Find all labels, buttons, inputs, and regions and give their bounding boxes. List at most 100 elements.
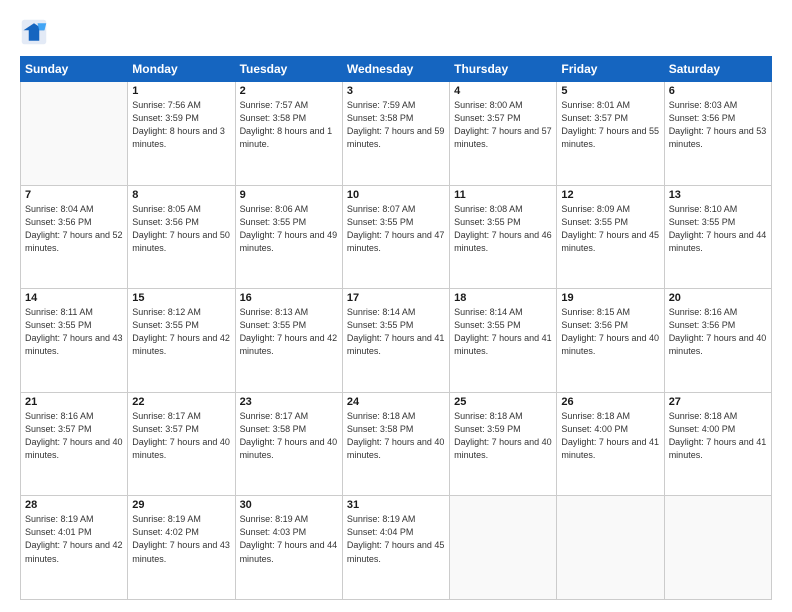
day-number: 21 <box>25 396 123 408</box>
day-header-tuesday: Tuesday <box>235 57 342 82</box>
day-number: 3 <box>347 85 445 97</box>
calendar-cell: 2 Sunrise: 7:57 AMSunset: 3:58 PMDayligh… <box>235 82 342 186</box>
calendar-page: SundayMondayTuesdayWednesdayThursdayFrid… <box>0 0 792 612</box>
calendar-cell <box>450 496 557 600</box>
day-number: 4 <box>454 85 552 97</box>
day-info: Sunrise: 8:16 AMSunset: 3:57 PMDaylight:… <box>25 410 123 462</box>
day-info: Sunrise: 8:19 AMSunset: 4:04 PMDaylight:… <box>347 513 445 565</box>
calendar-cell: 10 Sunrise: 8:07 AMSunset: 3:55 PMDaylig… <box>342 185 449 289</box>
day-number: 12 <box>561 189 659 201</box>
day-header-sunday: Sunday <box>21 57 128 82</box>
calendar-week-row: 28 Sunrise: 8:19 AMSunset: 4:01 PMDaylig… <box>21 496 772 600</box>
logo-icon <box>20 18 48 46</box>
calendar-cell: 25 Sunrise: 8:18 AMSunset: 3:59 PMDaylig… <box>450 392 557 496</box>
day-number: 25 <box>454 396 552 408</box>
day-info: Sunrise: 8:01 AMSunset: 3:57 PMDaylight:… <box>561 99 659 151</box>
calendar-cell: 7 Sunrise: 8:04 AMSunset: 3:56 PMDayligh… <box>21 185 128 289</box>
day-number: 11 <box>454 189 552 201</box>
logo <box>20 18 52 46</box>
day-number: 1 <box>132 85 230 97</box>
day-number: 8 <box>132 189 230 201</box>
day-info: Sunrise: 8:18 AMSunset: 4:00 PMDaylight:… <box>561 410 659 462</box>
calendar-cell: 14 Sunrise: 8:11 AMSunset: 3:55 PMDaylig… <box>21 289 128 393</box>
day-info: Sunrise: 8:15 AMSunset: 3:56 PMDaylight:… <box>561 306 659 358</box>
day-number: 17 <box>347 292 445 304</box>
calendar-cell: 29 Sunrise: 8:19 AMSunset: 4:02 PMDaylig… <box>128 496 235 600</box>
day-info: Sunrise: 8:19 AMSunset: 4:02 PMDaylight:… <box>132 513 230 565</box>
day-info: Sunrise: 8:17 AMSunset: 3:57 PMDaylight:… <box>132 410 230 462</box>
calendar-cell: 22 Sunrise: 8:17 AMSunset: 3:57 PMDaylig… <box>128 392 235 496</box>
day-number: 14 <box>25 292 123 304</box>
day-number: 18 <box>454 292 552 304</box>
calendar-cell: 15 Sunrise: 8:12 AMSunset: 3:55 PMDaylig… <box>128 289 235 393</box>
day-info: Sunrise: 8:06 AMSunset: 3:55 PMDaylight:… <box>240 203 338 255</box>
day-info: Sunrise: 8:12 AMSunset: 3:55 PMDaylight:… <box>132 306 230 358</box>
calendar-cell: 27 Sunrise: 8:18 AMSunset: 4:00 PMDaylig… <box>664 392 771 496</box>
calendar-cell: 19 Sunrise: 8:15 AMSunset: 3:56 PMDaylig… <box>557 289 664 393</box>
calendar-cell: 12 Sunrise: 8:09 AMSunset: 3:55 PMDaylig… <box>557 185 664 289</box>
day-header-wednesday: Wednesday <box>342 57 449 82</box>
day-header-monday: Monday <box>128 57 235 82</box>
day-info: Sunrise: 8:17 AMSunset: 3:58 PMDaylight:… <box>240 410 338 462</box>
calendar-cell: 24 Sunrise: 8:18 AMSunset: 3:58 PMDaylig… <box>342 392 449 496</box>
day-header-saturday: Saturday <box>664 57 771 82</box>
calendar-cell: 6 Sunrise: 8:03 AMSunset: 3:56 PMDayligh… <box>664 82 771 186</box>
calendar-cell: 8 Sunrise: 8:05 AMSunset: 3:56 PMDayligh… <box>128 185 235 289</box>
day-number: 30 <box>240 499 338 511</box>
calendar-cell: 17 Sunrise: 8:14 AMSunset: 3:55 PMDaylig… <box>342 289 449 393</box>
calendar-cell <box>664 496 771 600</box>
day-info: Sunrise: 7:59 AMSunset: 3:58 PMDaylight:… <box>347 99 445 151</box>
calendar-cell: 16 Sunrise: 8:13 AMSunset: 3:55 PMDaylig… <box>235 289 342 393</box>
day-number: 20 <box>669 292 767 304</box>
day-number: 16 <box>240 292 338 304</box>
day-number: 7 <box>25 189 123 201</box>
day-header-thursday: Thursday <box>450 57 557 82</box>
calendar-cell: 28 Sunrise: 8:19 AMSunset: 4:01 PMDaylig… <box>21 496 128 600</box>
day-number: 26 <box>561 396 659 408</box>
day-info: Sunrise: 8:10 AMSunset: 3:55 PMDaylight:… <box>669 203 767 255</box>
page-header <box>20 18 772 46</box>
calendar-cell: 23 Sunrise: 8:17 AMSunset: 3:58 PMDaylig… <box>235 392 342 496</box>
calendar-cell: 30 Sunrise: 8:19 AMSunset: 4:03 PMDaylig… <box>235 496 342 600</box>
calendar-cell: 26 Sunrise: 8:18 AMSunset: 4:00 PMDaylig… <box>557 392 664 496</box>
day-header-friday: Friday <box>557 57 664 82</box>
day-number: 29 <box>132 499 230 511</box>
day-info: Sunrise: 8:04 AMSunset: 3:56 PMDaylight:… <box>25 203 123 255</box>
day-info: Sunrise: 7:57 AMSunset: 3:58 PMDaylight:… <box>240 99 338 151</box>
day-info: Sunrise: 8:08 AMSunset: 3:55 PMDaylight:… <box>454 203 552 255</box>
day-info: Sunrise: 8:11 AMSunset: 3:55 PMDaylight:… <box>25 306 123 358</box>
calendar-cell <box>557 496 664 600</box>
calendar-cell: 5 Sunrise: 8:01 AMSunset: 3:57 PMDayligh… <box>557 82 664 186</box>
day-number: 15 <box>132 292 230 304</box>
day-info: Sunrise: 8:19 AMSunset: 4:01 PMDaylight:… <box>25 513 123 565</box>
day-info: Sunrise: 8:07 AMSunset: 3:55 PMDaylight:… <box>347 203 445 255</box>
day-number: 31 <box>347 499 445 511</box>
calendar-cell: 9 Sunrise: 8:06 AMSunset: 3:55 PMDayligh… <box>235 185 342 289</box>
day-info: Sunrise: 8:05 AMSunset: 3:56 PMDaylight:… <box>132 203 230 255</box>
day-info: Sunrise: 8:18 AMSunset: 4:00 PMDaylight:… <box>669 410 767 462</box>
day-info: Sunrise: 8:18 AMSunset: 3:59 PMDaylight:… <box>454 410 552 462</box>
day-number: 5 <box>561 85 659 97</box>
calendar-cell: 21 Sunrise: 8:16 AMSunset: 3:57 PMDaylig… <box>21 392 128 496</box>
calendar-week-row: 21 Sunrise: 8:16 AMSunset: 3:57 PMDaylig… <box>21 392 772 496</box>
calendar-week-row: 7 Sunrise: 8:04 AMSunset: 3:56 PMDayligh… <box>21 185 772 289</box>
day-info: Sunrise: 8:16 AMSunset: 3:56 PMDaylight:… <box>669 306 767 358</box>
calendar-cell: 4 Sunrise: 8:00 AMSunset: 3:57 PMDayligh… <box>450 82 557 186</box>
day-number: 22 <box>132 396 230 408</box>
day-number: 19 <box>561 292 659 304</box>
calendar-cell: 3 Sunrise: 7:59 AMSunset: 3:58 PMDayligh… <box>342 82 449 186</box>
day-info: Sunrise: 8:13 AMSunset: 3:55 PMDaylight:… <box>240 306 338 358</box>
calendar-cell: 13 Sunrise: 8:10 AMSunset: 3:55 PMDaylig… <box>664 185 771 289</box>
day-info: Sunrise: 8:09 AMSunset: 3:55 PMDaylight:… <box>561 203 659 255</box>
day-info: Sunrise: 8:18 AMSunset: 3:58 PMDaylight:… <box>347 410 445 462</box>
day-number: 28 <box>25 499 123 511</box>
day-info: Sunrise: 8:14 AMSunset: 3:55 PMDaylight:… <box>347 306 445 358</box>
calendar-cell: 18 Sunrise: 8:14 AMSunset: 3:55 PMDaylig… <box>450 289 557 393</box>
day-info: Sunrise: 7:56 AMSunset: 3:59 PMDaylight:… <box>132 99 230 151</box>
day-info: Sunrise: 8:00 AMSunset: 3:57 PMDaylight:… <box>454 99 552 151</box>
day-number: 9 <box>240 189 338 201</box>
calendar-week-row: 14 Sunrise: 8:11 AMSunset: 3:55 PMDaylig… <box>21 289 772 393</box>
day-info: Sunrise: 8:03 AMSunset: 3:56 PMDaylight:… <box>669 99 767 151</box>
calendar-cell: 20 Sunrise: 8:16 AMSunset: 3:56 PMDaylig… <box>664 289 771 393</box>
calendar-week-row: 1 Sunrise: 7:56 AMSunset: 3:59 PMDayligh… <box>21 82 772 186</box>
